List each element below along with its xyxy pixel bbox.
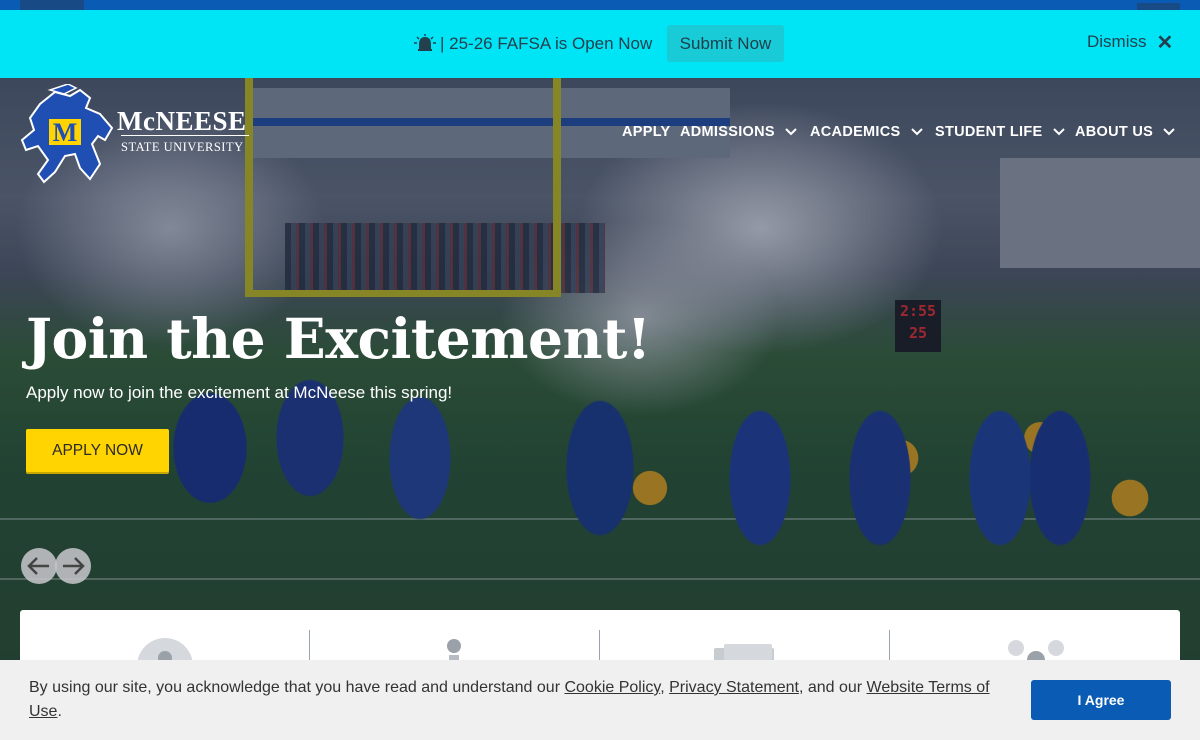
nav-label: APPLY xyxy=(622,124,671,140)
nav-label: ACADEMICS xyxy=(810,124,901,140)
nav-item-academics[interactable]: ACADEMICS xyxy=(810,124,923,140)
cookie-text-sep: , xyxy=(660,679,670,696)
logo-name: McNEESE xyxy=(117,106,247,136)
logo-subtitle: STATE UNIVERSITY xyxy=(121,140,244,154)
chevron-down-icon xyxy=(785,128,797,136)
nav-item-apply[interactable]: APPLY xyxy=(622,124,671,140)
cowboy-on-horse-logo-icon: M xyxy=(20,84,114,184)
nav-item-about-us[interactable]: ABOUT US xyxy=(1075,124,1175,140)
nav-label: ADMISSIONS xyxy=(680,124,775,140)
alert-text: | 25-26 FAFSA is Open Now xyxy=(440,34,653,53)
mcneese-logo[interactable]: M McNEESE STATE UNIVERSITY xyxy=(20,84,252,184)
nav-item-student-life[interactable]: STUDENT LIFE xyxy=(935,124,1065,140)
utility-tab[interactable] xyxy=(20,0,84,10)
nav-label: ABOUT US xyxy=(1075,124,1154,140)
carousel-prev-button[interactable] xyxy=(21,548,57,584)
close-icon: ✕ xyxy=(1156,31,1174,54)
arrow-left-icon xyxy=(27,557,49,575)
logo-divider xyxy=(121,135,249,136)
alert-message: | 25-26 FAFSA is Open Now xyxy=(414,32,652,56)
nav-item-admissions[interactable]: ADMISSIONS xyxy=(680,124,797,140)
alarm-bell-icon xyxy=(414,34,436,51)
dismiss-label: Dismiss xyxy=(1087,32,1147,51)
cookie-text: By using our site, you acknowledge that … xyxy=(29,676,1004,724)
top-utility-bar xyxy=(0,0,1200,10)
i-agree-button[interactable]: I Agree xyxy=(1031,680,1171,720)
logo-mark-letter: M xyxy=(53,118,78,147)
privacy-statement-link[interactable]: Privacy Statement xyxy=(669,679,799,696)
carousel-next-button[interactable] xyxy=(55,548,91,584)
utility-tab[interactable] xyxy=(1137,3,1180,10)
cookie-text-intro: By using our site, you acknowledge that … xyxy=(29,679,565,696)
cookie-text-end: . xyxy=(57,703,62,720)
hero-section: 2:55 25 M McNEESE STATE UNIVERSITY APPLY… xyxy=(0,78,1200,740)
cookie-policy-link[interactable]: Cookie Policy xyxy=(564,679,660,696)
cookie-text-sep: , and our xyxy=(798,679,867,696)
arrow-right-icon xyxy=(63,557,85,575)
hero-title: Join the Excitement! xyxy=(26,306,651,371)
submit-now-button[interactable]: Submit Now xyxy=(667,25,784,62)
chevron-down-icon xyxy=(1052,128,1065,136)
apply-now-button[interactable]: APPLY NOW xyxy=(26,429,169,472)
chevron-down-icon xyxy=(910,128,923,136)
nav-label: STUDENT LIFE xyxy=(935,124,1043,140)
dismiss-button[interactable]: Dismiss ✕ xyxy=(1087,30,1173,54)
cookie-banner: By using our site, you acknowledge that … xyxy=(0,660,1200,740)
hero-subtitle: Apply now to join the excitement at McNe… xyxy=(26,383,453,402)
chevron-down-icon xyxy=(1163,128,1175,136)
alert-banner: | 25-26 FAFSA is Open Now Submit Now Dis… xyxy=(0,10,1200,78)
